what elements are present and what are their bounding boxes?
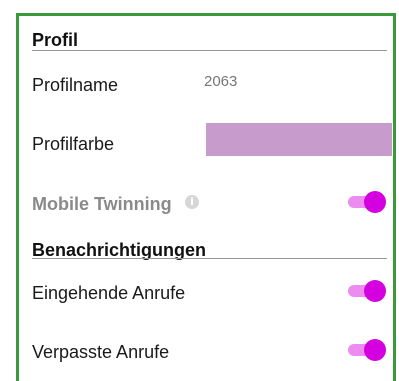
missed-calls-toggle[interactable] xyxy=(346,339,386,361)
profile-color-swatch[interactable] xyxy=(206,123,392,156)
profile-name-value[interactable]: 2063 xyxy=(204,73,237,90)
toggle-thumb xyxy=(364,191,386,213)
mobile-twinning-label: Mobile Twinning xyxy=(32,194,172,214)
toggle-thumb xyxy=(364,280,386,302)
missed-calls-label: Verpasste Anrufe xyxy=(32,342,170,362)
incoming-calls-toggle[interactable] xyxy=(346,280,386,302)
profile-name-label: Profilname xyxy=(32,75,119,95)
settings-panel: Profil Profilname 2063 Profilfarbe Mobil… xyxy=(16,13,396,381)
mobile-twinning-toggle[interactable] xyxy=(346,191,386,213)
info-icon[interactable]: i xyxy=(185,195,199,209)
incoming-calls-label: Eingehende Anrufe xyxy=(32,283,186,303)
profile-color-label: Profilfarbe xyxy=(32,134,115,154)
profile-section-divider xyxy=(32,50,387,51)
profile-section-header: Profil xyxy=(32,30,79,50)
toggle-thumb xyxy=(364,339,386,361)
notifications-section-divider xyxy=(32,258,387,259)
